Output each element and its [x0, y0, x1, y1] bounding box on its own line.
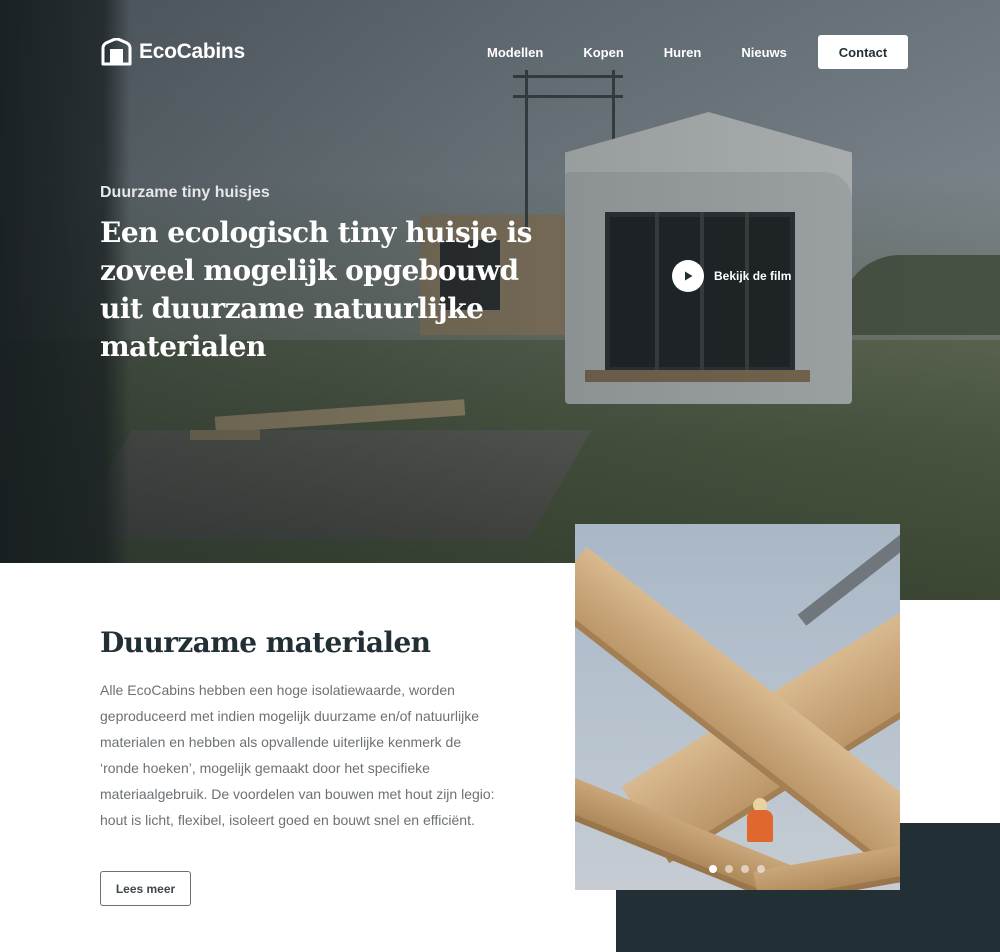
crane-arm — [797, 524, 900, 626]
read-more-button[interactable]: Lees meer — [100, 871, 191, 906]
section-title: Duurzame materialen — [100, 626, 431, 659]
nav-item-modellen[interactable]: Modellen — [487, 45, 543, 60]
carousel-dot-1[interactable] — [709, 865, 717, 873]
contact-button[interactable]: Contact — [818, 35, 908, 69]
image-carousel[interactable] — [575, 524, 900, 890]
hero-title: Een ecologisch tiny huisje is zoveel mog… — [100, 216, 532, 363]
nav-item-kopen[interactable]: Kopen — [583, 45, 623, 60]
carousel-dot-3[interactable] — [741, 865, 749, 873]
construction-worker — [747, 810, 773, 842]
nav-item-huren[interactable]: Huren — [664, 45, 702, 60]
hero-eyebrow: Duurzame tiny huisjes — [100, 184, 270, 201]
play-icon[interactable] — [672, 260, 704, 292]
carousel-dots — [709, 865, 765, 873]
house-logo-icon — [101, 38, 132, 66]
carousel-dot-2[interactable] — [725, 865, 733, 873]
watch-film-label: Bekijk de film — [714, 269, 792, 283]
section-body-text: Alle EcoCabins hebben een hoge isolatiew… — [100, 682, 495, 828]
logo[interactable]: EcoCabins — [100, 38, 245, 66]
watch-film-button[interactable]: Bekijk de film — [672, 260, 791, 292]
nav-item-nieuws[interactable]: Nieuws — [741, 45, 787, 60]
logo-text: EcoCabins — [139, 40, 245, 63]
carousel-dot-4[interactable] — [757, 865, 765, 873]
main-navigation: Modellen Kopen Huren Nieuws — [487, 45, 787, 60]
